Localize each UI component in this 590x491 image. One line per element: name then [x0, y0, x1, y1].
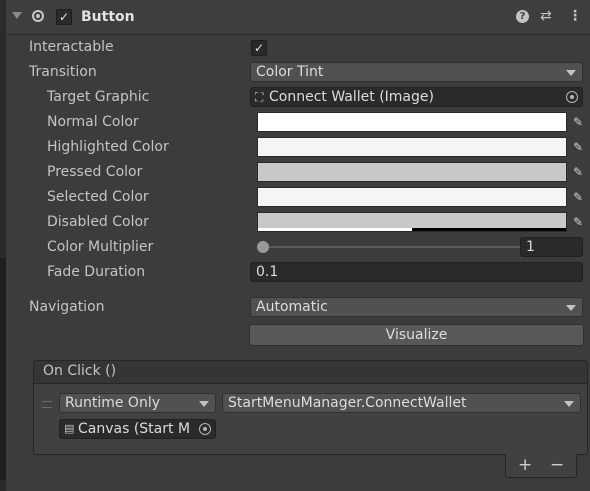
- color-multiplier-label: Color Multiplier: [47, 239, 154, 255]
- eyedropper-icon[interactable]: ✎: [569, 138, 587, 156]
- drag-handle-icon[interactable]: [42, 401, 52, 408]
- navigation-value: Automatic: [256, 299, 328, 315]
- navigation-label: Navigation: [29, 299, 105, 315]
- help-icon[interactable]: ?: [516, 10, 529, 23]
- object-picker-icon[interactable]: [566, 91, 578, 103]
- runtime-dropdown[interactable]: Runtime Only: [59, 393, 216, 413]
- pressed-color-label: Pressed Color: [47, 164, 143, 180]
- component-title: Button: [81, 9, 135, 25]
- kebab-menu-icon[interactable]: ⋮: [568, 8, 582, 24]
- target-graphic-label: Target Graphic: [47, 89, 150, 105]
- navigation-dropdown[interactable]: Automatic: [250, 297, 583, 317]
- add-button[interactable]: +: [518, 454, 532, 476]
- eyedropper-icon[interactable]: ✎: [569, 188, 587, 206]
- runtime-value: Runtime Only: [65, 395, 160, 411]
- inspector-panel: ✓ Button ? ⇄ ⋮ Interactable ✓ Transition…: [6, 0, 590, 491]
- add-remove-box: + −: [505, 454, 577, 478]
- fade-duration-input[interactable]: 0.1: [250, 262, 583, 282]
- eyedropper-icon[interactable]: ✎: [569, 163, 587, 181]
- fade-duration-label: Fade Duration: [47, 264, 146, 280]
- selected-color-swatch[interactable]: [257, 187, 567, 207]
- image-icon: ⛶: [255, 90, 264, 104]
- on-click-header: On Click (): [34, 361, 587, 384]
- chevron-down-icon: [564, 401, 574, 407]
- target-object-field[interactable]: ▤ Canvas (Start M: [59, 419, 216, 439]
- eyedropper-icon[interactable]: ✎: [569, 213, 587, 231]
- color-multiplier-slider-knob[interactable]: [257, 241, 269, 253]
- color-multiplier-slider-track[interactable]: [263, 246, 520, 248]
- interactable-label: Interactable: [29, 39, 114, 55]
- transition-value: Color Tint: [256, 64, 324, 80]
- component-enabled-checkbox[interactable]: ✓: [56, 9, 72, 25]
- eyedropper-icon[interactable]: ✎: [569, 113, 587, 131]
- function-value: StartMenuManager.ConnectWallet: [228, 395, 467, 411]
- script-icon: ▤: [64, 422, 75, 435]
- disabled-color-swatch[interactable]: [257, 212, 567, 232]
- on-click-event: On Click () Runtime Only StartMenuManage…: [33, 360, 588, 455]
- color-multiplier-input[interactable]: 1: [520, 237, 583, 257]
- target-graphic-value: Connect Wallet (Image): [269, 89, 434, 105]
- alpha-bar-black: [412, 228, 566, 231]
- function-dropdown[interactable]: StartMenuManager.ConnectWallet: [222, 393, 581, 413]
- component-header[interactable]: ✓ Button ? ⇄ ⋮: [6, 0, 590, 35]
- presets-icon[interactable]: ⇄: [540, 8, 552, 24]
- remove-button[interactable]: −: [550, 454, 564, 476]
- transition-label: Transition: [29, 64, 97, 80]
- foldout-arrow-icon[interactable]: [12, 12, 22, 19]
- transition-dropdown[interactable]: Color Tint: [250, 62, 583, 82]
- color-multiplier-value: 1: [526, 239, 535, 255]
- fade-duration-value: 0.1: [256, 264, 279, 280]
- pressed-color-swatch[interactable]: [257, 162, 567, 182]
- component-icon: [32, 10, 44, 22]
- visualize-button[interactable]: Visualize: [249, 324, 584, 346]
- normal-color-label: Normal Color: [47, 114, 139, 130]
- chevron-down-icon: [566, 305, 576, 311]
- target-object-value: Canvas (Start M: [78, 421, 191, 437]
- target-graphic-field[interactable]: ⛶ Connect Wallet (Image): [250, 87, 583, 107]
- object-picker-icon[interactable]: [199, 423, 211, 435]
- highlighted-color-label: Highlighted Color: [47, 139, 169, 155]
- chevron-down-icon: [199, 401, 209, 407]
- alpha-bar-white: [258, 228, 412, 231]
- highlighted-color-swatch[interactable]: [257, 137, 567, 157]
- interactable-checkbox[interactable]: ✓: [251, 40, 267, 56]
- normal-color-swatch[interactable]: [257, 112, 567, 132]
- selected-color-label: Selected Color: [47, 189, 149, 205]
- on-click-title: On Click (): [43, 363, 117, 379]
- disabled-color-label: Disabled Color: [47, 214, 149, 230]
- chevron-down-icon: [566, 70, 576, 76]
